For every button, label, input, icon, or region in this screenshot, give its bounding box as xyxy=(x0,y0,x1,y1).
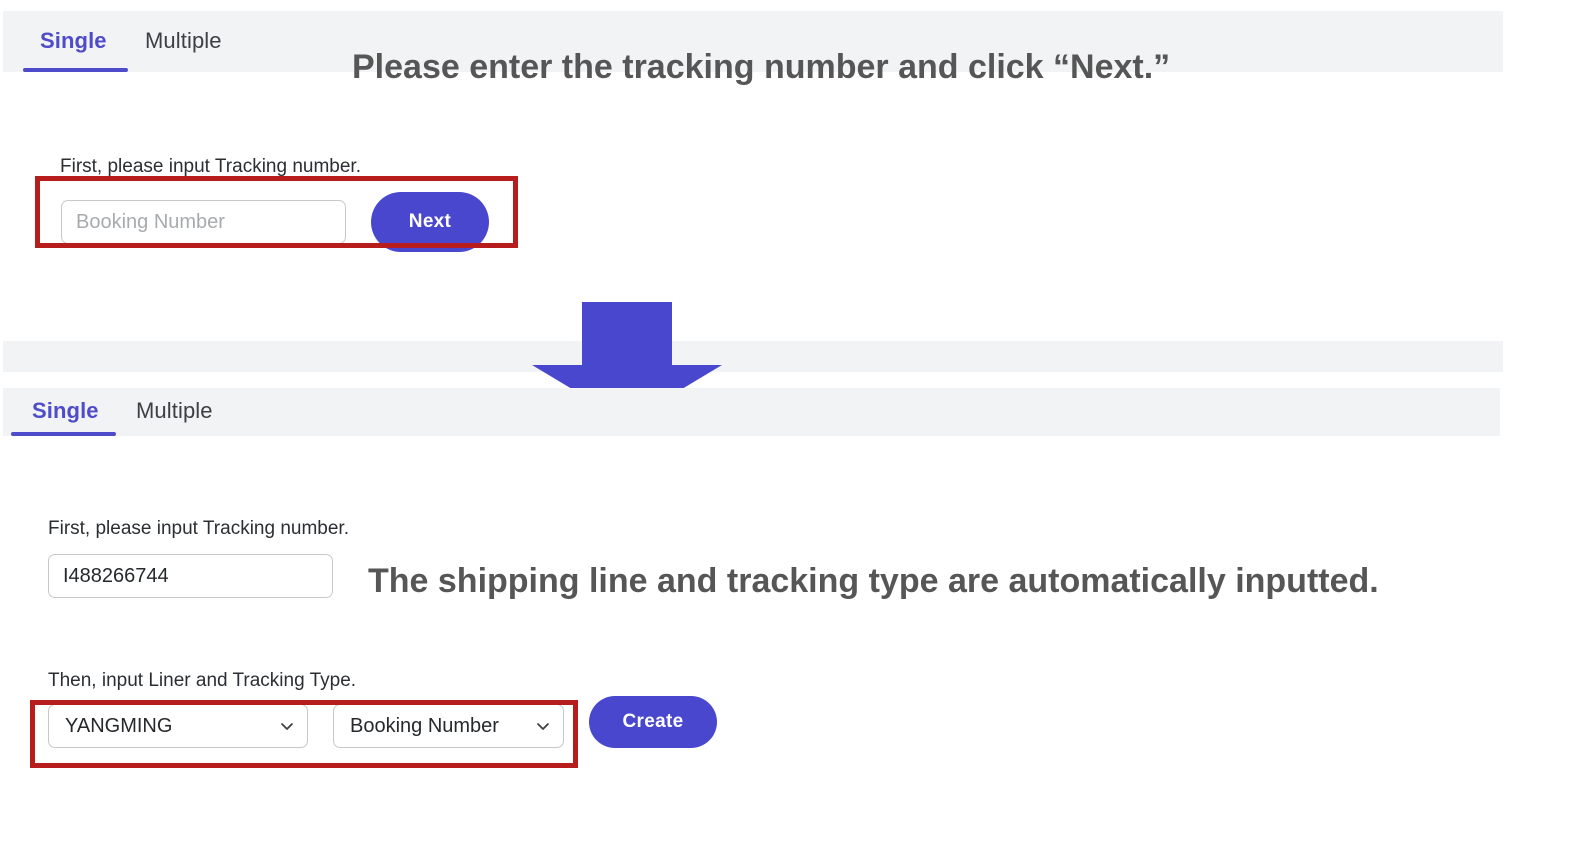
liner-select-value: YANGMING xyxy=(65,714,173,737)
tab-multiple-step2[interactable]: Multiple xyxy=(136,398,213,424)
tracking-number-input-step1[interactable] xyxy=(61,200,346,244)
chevron-down-icon xyxy=(281,723,293,730)
tracking-number-input-step2[interactable] xyxy=(48,554,333,598)
tracking-type-select-value: Booking Number xyxy=(350,714,499,737)
annotation-step2: The shipping line and tracking type are … xyxy=(368,562,1379,600)
liner-type-label: Then, input Liner and Tracking Type. xyxy=(48,670,357,691)
next-button[interactable]: Next xyxy=(371,192,489,252)
annotation-step1: Please enter the tracking number and cli… xyxy=(352,48,1171,86)
tab-single-step1[interactable]: Single xyxy=(40,28,107,54)
panel-body-step2: First, please input Tracking number. The… xyxy=(3,436,1575,850)
tab-bar-step2: Single Multiple xyxy=(3,388,1500,436)
tracking-number-label-step2: First, please input Tracking number. xyxy=(48,518,349,539)
panel-gap-band xyxy=(3,341,1503,372)
create-button[interactable]: Create xyxy=(589,696,717,748)
tracking-number-label-step1: First, please input Tracking number. xyxy=(60,156,361,177)
tab-multiple-step1[interactable]: Multiple xyxy=(145,28,222,54)
tab-single-step2[interactable]: Single xyxy=(32,398,99,424)
panel-body-step1: First, please input Tracking number. Nex… xyxy=(20,72,1503,341)
tracking-type-select[interactable]: Booking Number xyxy=(333,704,564,748)
liner-select[interactable]: YANGMING xyxy=(48,704,308,748)
tracking-panel-step2: Single Multiple First, please input Trac… xyxy=(3,388,1575,850)
screenshot-root: Single Multiple First, please input Trac… xyxy=(0,0,1576,850)
chevron-down-icon xyxy=(537,723,549,730)
